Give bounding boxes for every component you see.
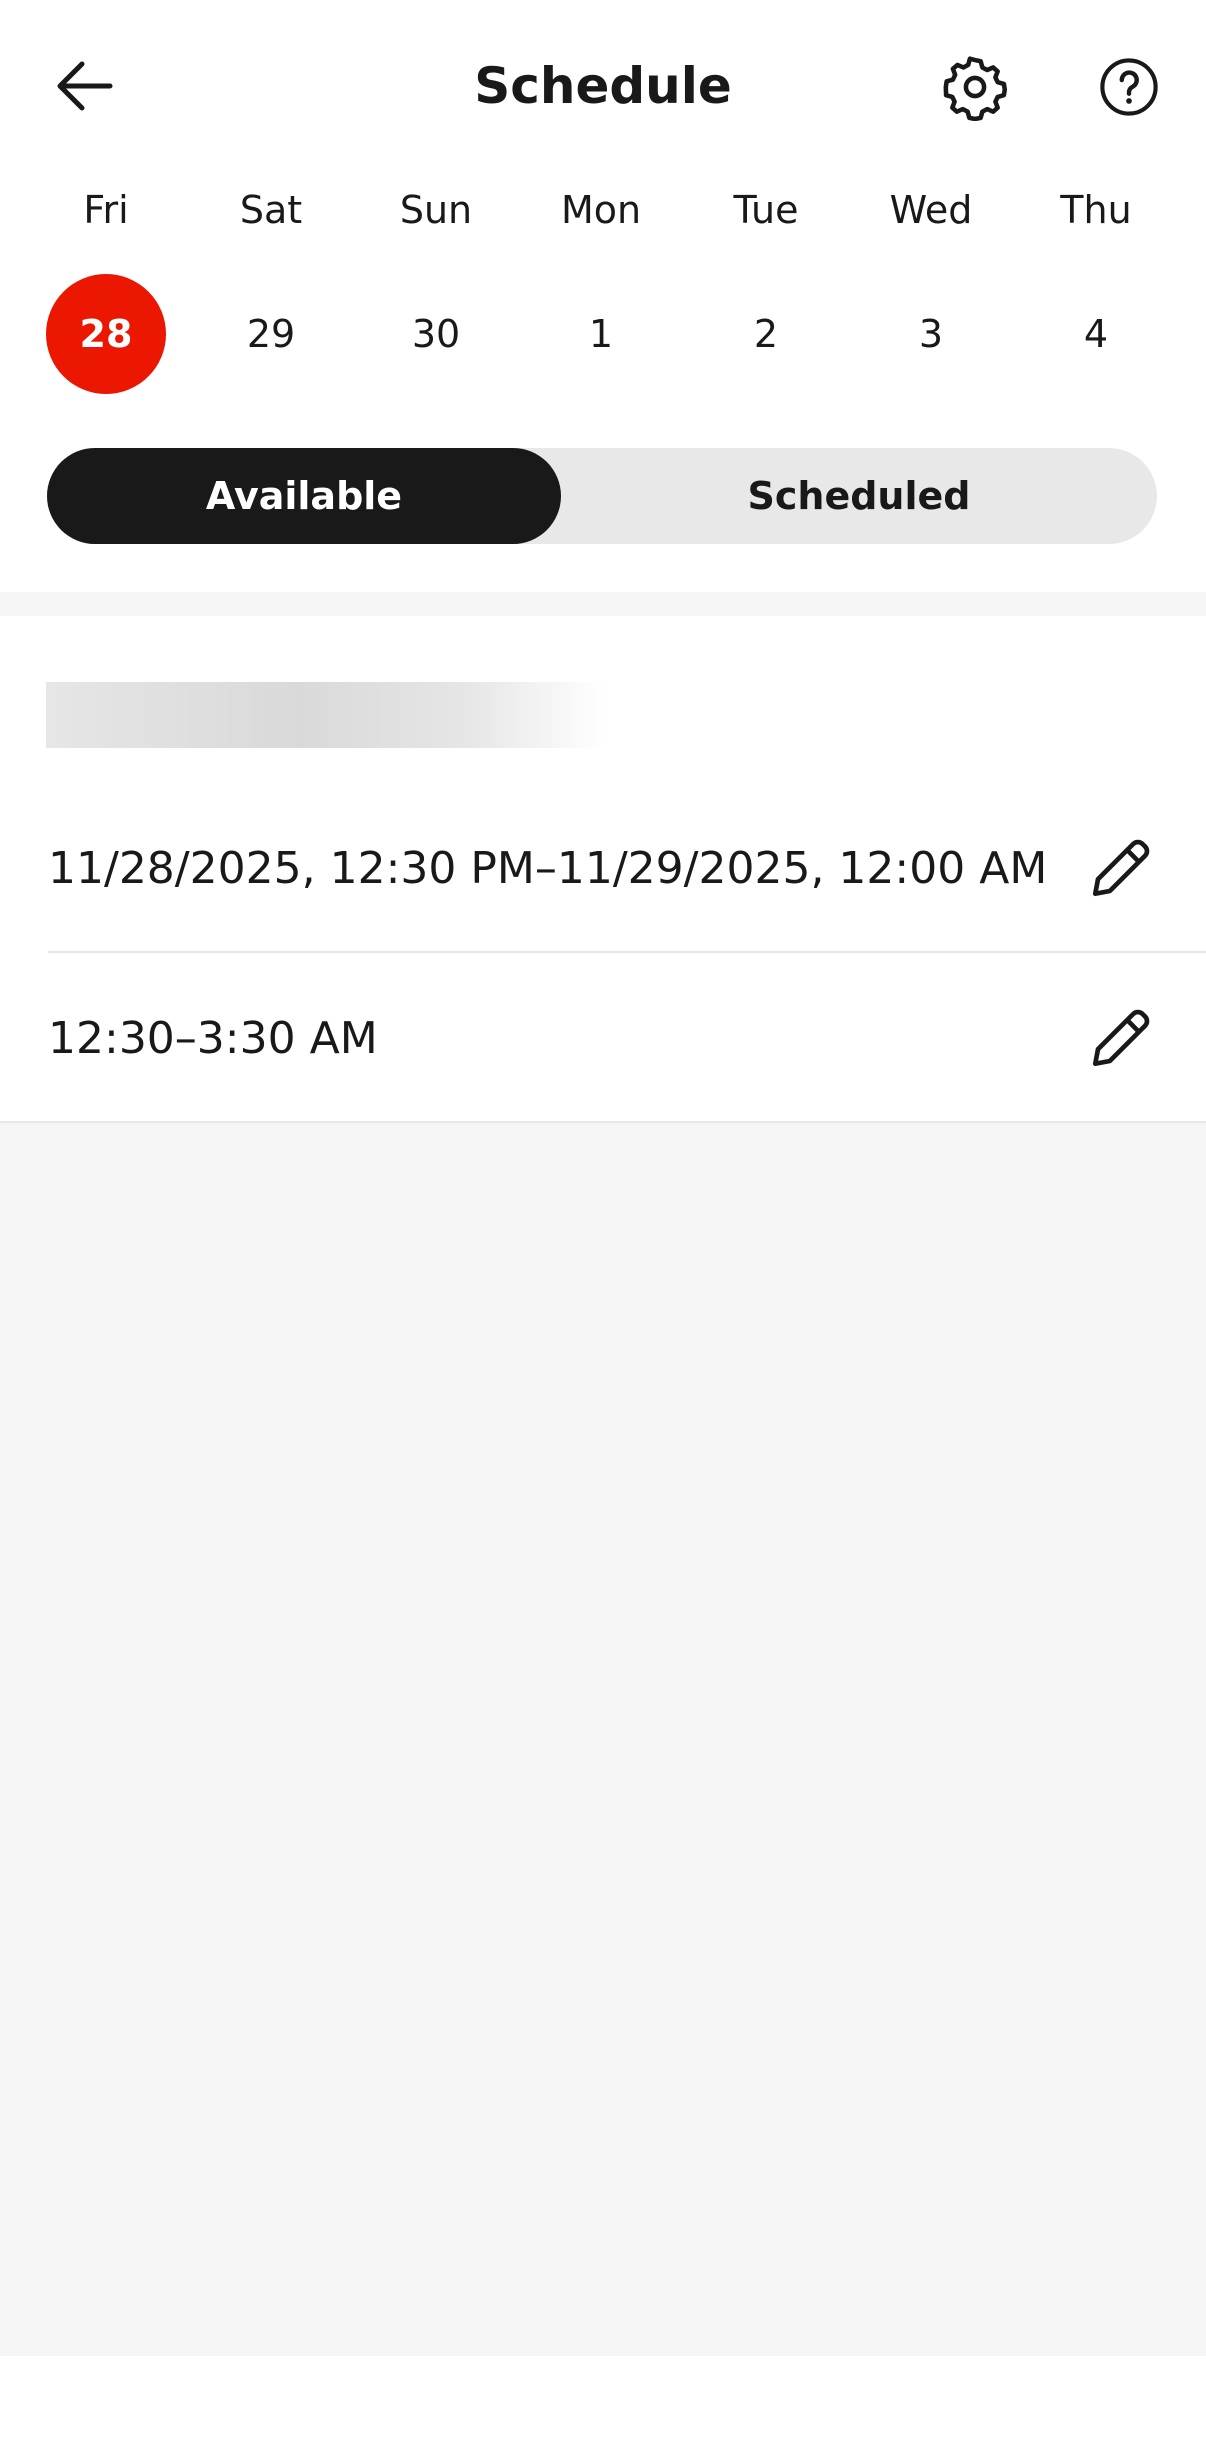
weekday-label: Sat <box>239 188 303 232</box>
edit-slot-button[interactable] <box>1080 824 1160 914</box>
date-row: 28 29 30 1 2 3 4 <box>0 274 1206 394</box>
section-separator <box>0 592 1206 616</box>
help-button[interactable] <box>1094 52 1164 122</box>
time-slot-text: 11/28/2025, 12:30 PM–11/29/2025, 12:00 A… <box>48 843 1048 894</box>
date-item[interactable]: 2 <box>706 274 826 394</box>
date-item[interactable]: 29 <box>211 274 331 394</box>
weekday-label: Tue <box>733 188 799 232</box>
weekday-label: Mon <box>560 188 642 232</box>
settings-button[interactable] <box>940 52 1010 122</box>
top-app-bar: Schedule <box>0 0 1206 170</box>
pencil-icon <box>1092 1009 1150 1067</box>
edit-slot-button[interactable] <box>1080 994 1160 1084</box>
question-circle-icon <box>1100 58 1158 116</box>
gear-icon <box>943 56 1008 121</box>
time-slot-row[interactable]: 11/28/2025, 12:30 PM–11/29/2025, 12:00 A… <box>0 784 1206 954</box>
time-slot-row[interactable]: 12:30–3:30 AM <box>0 954 1206 1124</box>
page-title: Schedule <box>474 57 732 115</box>
loading-placeholder <box>46 682 606 748</box>
date-item[interactable]: 3 <box>871 274 991 394</box>
time-slot-text: 12:30–3:30 AM <box>48 1013 378 1064</box>
pencil-icon <box>1092 839 1150 897</box>
row-divider <box>48 951 1206 953</box>
date-item[interactable]: 4 <box>1036 274 1156 394</box>
availability-segmented-control: Available Scheduled <box>47 448 1157 544</box>
date-item[interactable]: 1 <box>541 274 661 394</box>
weekday-label: Thu <box>1060 188 1132 232</box>
empty-area <box>0 1123 1206 2356</box>
tab-available[interactable]: Available <box>47 448 561 544</box>
tab-scheduled[interactable]: Scheduled <box>561 448 1157 544</box>
date-item-selected[interactable]: 28 <box>46 274 166 394</box>
weekday-label: Sun <box>399 188 473 232</box>
weekday-label: Wed <box>889 188 973 232</box>
date-item[interactable]: 30 <box>376 274 496 394</box>
weekday-row: Fri Sat Sun Mon Tue Wed Thu <box>0 180 1206 240</box>
weekday-label: Fri <box>83 188 129 232</box>
